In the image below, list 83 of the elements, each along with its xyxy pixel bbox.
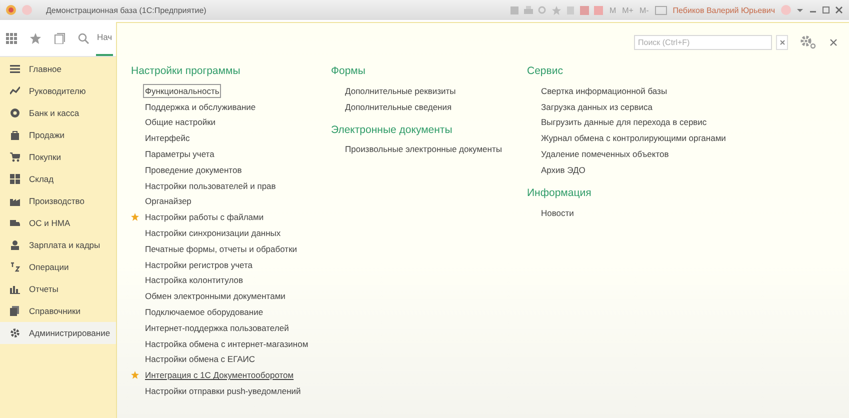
settings-link[interactable]: Интеграция с 1С Документооборотом: [143, 368, 296, 382]
settings-icon[interactable]: [800, 35, 816, 49]
settings-link[interactable]: Архив ЭДО: [539, 162, 588, 177]
settings-link[interactable]: Журнал обмена с контролирующими органами: [539, 131, 728, 146]
factory-icon: [10, 196, 20, 206]
menu-icon: [10, 64, 20, 74]
settings-link[interactable]: Настройки синхронизации данных: [143, 226, 283, 240]
section-heading: Сервис: [527, 64, 564, 79]
settings-link[interactable]: Настройка обмена с интернет-магазином: [143, 336, 310, 351]
settings-link[interactable]: Удаление помеченных объектов: [539, 147, 671, 162]
star-icon[interactable]: [131, 371, 139, 380]
sidebar-item[interactable]: Администрирование: [0, 322, 116, 344]
truck-icon: [10, 218, 20, 228]
section-heading: Формы: [331, 64, 366, 79]
sidebar-item[interactable]: Производство: [0, 190, 116, 212]
sidebar-item[interactable]: Зарплата и кадры: [0, 234, 116, 256]
settings-link[interactable]: Выгрузить данные для перехода в сервис: [539, 115, 709, 130]
sidebar-item[interactable]: Руководителю: [0, 80, 116, 102]
settings-link[interactable]: Проведение документов: [143, 162, 244, 177]
sidebar-item[interactable]: Покупки: [0, 146, 116, 168]
star-icon[interactable]: [552, 6, 562, 14]
settings-link[interactable]: Произвольные электронные документы: [343, 142, 504, 156]
clear-button[interactable]: [776, 34, 788, 50]
maximize-icon[interactable]: [822, 6, 830, 14]
close-icon[interactable]: [830, 38, 837, 46]
settings-link[interactable]: Функциональность: [143, 84, 222, 98]
star-icon[interactable]: [30, 32, 41, 44]
close-icon[interactable]: [835, 6, 843, 14]
coin-icon: [10, 108, 20, 118]
apps-grid-icon[interactable]: [6, 32, 17, 44]
operations-icon: [10, 262, 20, 272]
sidebar-item[interactable]: Операции: [0, 256, 116, 278]
settings-link[interactable]: Настройка колонтитулов: [143, 273, 246, 288]
settings-link[interactable]: Обмен электронными документами: [143, 289, 288, 304]
document-icon[interactable]: [510, 6, 520, 14]
sidebar-item[interactable]: Главное: [0, 58, 116, 80]
settings-link[interactable]: Настройки работы с файлами: [143, 210, 266, 224]
section-heading: Информация: [527, 186, 592, 201]
settings-link[interactable]: Печатные формы, отчеты и обработки: [143, 242, 300, 256]
sidebar-item[interactable]: Склад: [0, 168, 116, 190]
settings-link[interactable]: Общие настройки: [143, 115, 218, 130]
settings-link[interactable]: Настройки отправки push-уведомлений: [143, 384, 303, 398]
settings-link[interactable]: Поддержка и обслуживание: [143, 100, 258, 114]
star-icon[interactable]: [131, 213, 139, 222]
window-title: Демонстрационная база (1С:Предприятие): [46, 6, 206, 14]
gear-icon: [10, 328, 20, 338]
magnifier-icon[interactable]: [538, 6, 548, 14]
history-icon[interactable]: [54, 32, 65, 44]
grid-icon: [10, 174, 20, 184]
sidebar-item[interactable]: Банк и касса: [0, 102, 116, 124]
printer-icon[interactable]: [524, 6, 534, 14]
settings-link[interactable]: Дополнительные сведения: [343, 100, 454, 114]
sidebar-item[interactable]: Справочники: [0, 300, 116, 322]
search-field[interactable]: Поиск (Ctrl+F): [634, 34, 772, 50]
caret-icon[interactable]: [796, 6, 804, 14]
settings-link[interactable]: Органайзер: [143, 194, 194, 208]
settings-link[interactable]: Настройки обмена с ЕГАИС: [143, 352, 258, 366]
section-heading: Электронные документы: [331, 122, 454, 138]
sidebar-item[interactable]: Отчеты: [0, 278, 116, 300]
person-icon: [10, 240, 20, 250]
settings-link[interactable]: Новости: [539, 206, 576, 220]
sidebar-item[interactable]: Продажи: [0, 124, 116, 146]
settings-link[interactable]: Интернет-поддержка пользователей: [143, 320, 291, 335]
sidebar-item[interactable]: ОС и НМА: [0, 212, 116, 234]
cart-icon: [10, 152, 20, 162]
settings-link[interactable]: Параметры учета: [143, 147, 216, 162]
circle-icon: [22, 5, 32, 15]
section-heading: Настройки программы: [131, 64, 242, 79]
settings-link[interactable]: Настройки регистров учета: [143, 258, 254, 272]
settings-link[interactable]: Свертка информационной базы: [539, 84, 670, 98]
trend-icon: [10, 86, 20, 96]
window-icon[interactable]: [654, 6, 667, 14]
books-icon: [10, 306, 20, 316]
settings-link[interactable]: Подключаемое оборудование: [143, 305, 266, 320]
search-icon[interactable]: [78, 32, 89, 44]
close-icon: [780, 40, 784, 44]
logo-icon: [6, 5, 16, 15]
shopping-bag-icon: [10, 130, 20, 140]
settings-link[interactable]: Настройки пользователей и прав: [143, 178, 278, 193]
settings-link[interactable]: Интерфейс: [143, 131, 192, 146]
settings-link[interactable]: Загрузка данных из сервиса: [539, 100, 654, 114]
settings-link[interactable]: Дополнительные реквизиты: [343, 84, 458, 98]
bar-chart-icon: [10, 284, 20, 294]
